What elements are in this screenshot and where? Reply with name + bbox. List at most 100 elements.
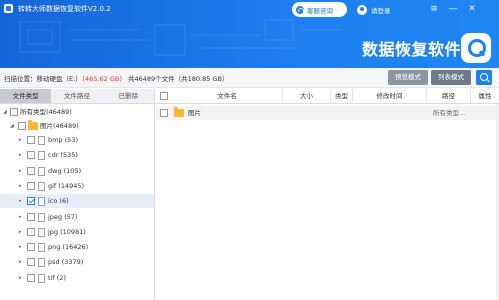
expand-arrow-icon[interactable]: ▸ (19, 210, 22, 224)
tree-node-filetype[interactable]: ▸ png (16426) (0, 240, 154, 254)
tree-label: 所有类型(46489) (20, 108, 72, 116)
drive-size: 465.62 GB (85, 75, 120, 83)
checkbox[interactable] (27, 166, 35, 175)
search-icon[interactable] (476, 70, 492, 85)
expand-arrow-icon[interactable]: ▸ (19, 148, 22, 162)
tree-label: bmp (53) (48, 136, 78, 144)
select-all-checkbox[interactable] (160, 92, 168, 100)
minimize-icon[interactable]: — (446, 2, 460, 16)
checkbox[interactable] (27, 151, 35, 160)
tree-node-filetype[interactable]: ▸ jpg (10981) (0, 225, 154, 239)
folder-icon (28, 120, 38, 130)
column-type[interactable]: 类型 (331, 89, 353, 104)
tree-label: 图片(46489) (40, 122, 79, 130)
checkbox[interactable] (18, 122, 26, 130)
tree-node-filetype[interactable]: ▸ cdr (535) (0, 148, 154, 162)
scan-summary: 扫描位置：移动硬盘（E:）（465.62 GB） 共46489个文件（共180.… (4, 73, 228, 83)
expand-arrow-icon[interactable]: ◢ (10, 119, 14, 133)
close-icon[interactable]: ✕ (465, 2, 479, 16)
tree-node-filetype[interactable]: ▸ tif (2) (0, 271, 154, 285)
headset-icon (296, 5, 304, 14)
left-tabs: 文件类型 文件路径 已删除 (0, 89, 154, 104)
expand-arrow-icon[interactable]: ◢ (3, 105, 7, 119)
tree-label: psd (3379) (48, 258, 84, 267)
tree-node-filetype[interactable]: ▸ bmp (53) (0, 133, 154, 147)
tab-deleted[interactable]: 已删除 (103, 89, 154, 103)
tab-file-path[interactable]: 文件路径 (51, 89, 102, 103)
menu-icon[interactable]: ≡ (427, 2, 441, 16)
scan-location: 扫描位置：移动硬盘（E:） (4, 75, 82, 83)
tree-label: dwg (105) (48, 166, 82, 175)
file-list-panel: 文件名 大小 类型 修改时间 路径 属性 图片 所有类型... (156, 89, 499, 300)
row-path: 所有类型... (433, 109, 466, 117)
checkbox[interactable] (10, 108, 18, 116)
tree-label: gif (14945) (48, 181, 85, 190)
preview-mode-button[interactable]: 预览模式 (388, 70, 428, 85)
file-table-header: 文件名 大小 类型 修改时间 路径 属性 (156, 89, 499, 104)
file-icon (38, 166, 45, 176)
column-size[interactable]: 大小 (283, 89, 331, 104)
column-name[interactable]: 文件名 (172, 89, 283, 104)
login-button[interactable]: 请登录 (357, 2, 391, 17)
expand-arrow-icon[interactable]: ▸ (19, 240, 22, 254)
tree-label: cdr (535) (48, 151, 78, 160)
tree-node-images[interactable]: ◢ 图片(46489) (0, 119, 154, 133)
user-avatar-icon (357, 4, 367, 15)
file-type-panel: 文件类型 文件路径 已删除 ◢ 所有类型(46489) ◢ 图片(46489) … (0, 89, 155, 300)
file-icon (38, 258, 45, 268)
tree-label: jpg (10981) (48, 227, 86, 236)
tree-node-filetype[interactable]: ▸ psd (3379) (0, 255, 154, 269)
brand-logo-icon (461, 33, 491, 63)
expand-arrow-icon[interactable]: ▸ (19, 194, 22, 208)
checkbox[interactable] (27, 212, 35, 221)
tree-node-filetype[interactable]: ▸ dwg (105) (0, 164, 154, 178)
brand-title: 数据恢复软件 (362, 40, 462, 59)
table-row[interactable]: 图片 所有类型... (156, 106, 499, 120)
list-mode-button[interactable]: 列表模式 (431, 70, 471, 85)
tree-node-filetype[interactable]: ▸ gif (14945) (0, 179, 154, 193)
expand-arrow-icon[interactable]: ▸ (19, 164, 22, 178)
tree-label: png (16426) (48, 243, 89, 252)
checkbox[interactable] (27, 243, 35, 252)
customer-support-label: 客服咨询 (307, 6, 333, 15)
scan-total: 共46489个文件（共180.85 GB） (127, 75, 229, 83)
checkbox[interactable] (27, 258, 35, 267)
expand-arrow-icon[interactable]: ▸ (19, 255, 22, 269)
column-modified[interactable]: 修改时间 (353, 89, 427, 104)
expand-arrow-icon[interactable]: ▸ (19, 271, 22, 285)
file-icon (38, 197, 45, 207)
checkbox[interactable] (27, 227, 35, 236)
expand-arrow-icon[interactable]: ▸ (19, 225, 22, 239)
file-icon (38, 273, 45, 283)
customer-support-button[interactable]: 客服咨询 (292, 2, 347, 17)
column-path[interactable]: 路径 (427, 89, 471, 104)
tree-label: jpeg (57) (48, 212, 78, 221)
checkbox[interactable] (27, 136, 35, 144)
column-attributes[interactable]: 属性 (471, 89, 499, 104)
window-title: 转转大师数据恢复软件V2.0.2 (18, 5, 111, 13)
checkbox[interactable] (27, 181, 35, 190)
file-icon (38, 151, 45, 161)
title-bar: 转转大师数据恢复软件V2.0.2 客服咨询 请登录 ≡ — ✕ 数据恢复软件 (0, 0, 499, 68)
checkbox[interactable] (27, 273, 35, 282)
expand-arrow-icon[interactable]: ▸ (19, 133, 22, 147)
login-label: 请登录 (371, 6, 391, 15)
file-icon (38, 212, 45, 222)
scan-info-bar: 扫描位置：移动硬盘（E:）（465.62 GB） 共46489个文件（共180.… (0, 68, 499, 88)
file-icon (38, 181, 45, 191)
tree-node-filetype[interactable]: ▸ jpeg (57) (0, 210, 154, 224)
checkbox[interactable] (27, 197, 35, 206)
tab-file-type[interactable]: 文件类型 (0, 89, 52, 103)
drive-size-close: ） (119, 75, 126, 83)
tree-node-filetype[interactable]: ▸ ico (6) (0, 194, 154, 209)
row-checkbox[interactable] (160, 109, 168, 117)
tree-label: ico (6) (48, 197, 69, 206)
folder-icon (174, 107, 184, 117)
file-icon (38, 243, 45, 253)
expand-arrow-icon[interactable]: ▸ (19, 179, 22, 193)
file-icon (38, 136, 45, 145)
file-icon (38, 227, 45, 237)
app-logo-icon (4, 4, 13, 13)
row-name: 图片 (188, 109, 201, 117)
tree-node-all-types[interactable]: ◢ 所有类型(46489) (0, 105, 154, 119)
